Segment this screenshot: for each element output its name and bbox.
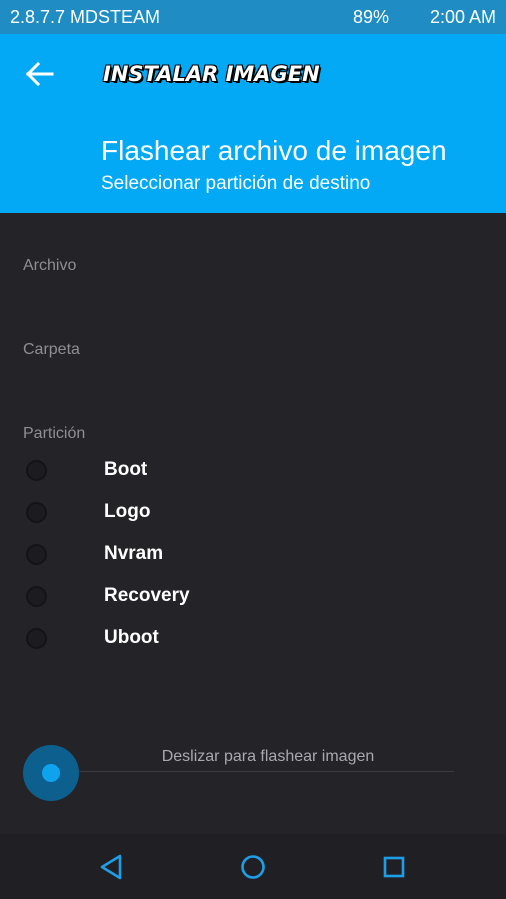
triangle-back-icon [100, 854, 122, 880]
status-bar-device-text: 2.8.7.7 MDSTEAM [10, 7, 161, 27]
battery-level: 89% [352, 7, 389, 27]
partition-option-label: Boot [104, 459, 148, 480]
partition-option-nvram[interactable]: Nvram [0, 535, 506, 577]
partition-option-recovery[interactable]: Recovery [0, 577, 506, 619]
arrow-left-icon [25, 61, 54, 87]
slider-label-text: Deslizar para flashear imagen [161, 748, 375, 765]
clock: 2:00 AM [429, 7, 496, 27]
app-title: INSTALAR IMAGEN [103, 62, 320, 86]
back-button[interactable] [18, 56, 60, 92]
radio-button[interactable] [26, 502, 47, 523]
partition-option-uboot[interactable]: Uboot [0, 619, 506, 661]
header: INSTALAR IMAGEN Flashear archivo de imag… [0, 34, 506, 213]
folder-label: Carpeta [23, 341, 80, 358]
page-title: Flashear archivo de imagen [101, 135, 447, 166]
partition-option-label: Logo [104, 501, 151, 522]
radio-button[interactable] [26, 460, 47, 481]
slide-to-flash-handle[interactable] [23, 745, 79, 801]
nav-home-button[interactable] [237, 851, 269, 883]
radio-button[interactable] [26, 628, 47, 649]
status-bar: 2.8.7.7 MDSTEAM 89% 2:00 AM [0, 0, 506, 34]
partition-option-label: Uboot [104, 627, 159, 648]
slider-handle-dot [42, 764, 60, 782]
partition-option-logo[interactable]: Logo [0, 493, 506, 535]
partition-option-label: Recovery [104, 585, 190, 606]
file-label: Archivo [23, 257, 77, 274]
nav-back-button[interactable] [96, 851, 128, 883]
navigation-bar [0, 834, 506, 899]
square-recents-icon [383, 856, 405, 878]
partition-option-boot[interactable]: Boot [0, 451, 506, 493]
partition-label: Partición [23, 425, 86, 442]
nav-recents-button[interactable] [378, 851, 410, 883]
page-subtitle: Seleccionar partición de destino [101, 173, 371, 194]
radio-button[interactable] [26, 544, 47, 565]
slider-track[interactable] [78, 771, 454, 772]
partition-option-label: Nvram [104, 543, 164, 564]
circle-home-icon [241, 855, 265, 879]
radio-button[interactable] [26, 586, 47, 607]
